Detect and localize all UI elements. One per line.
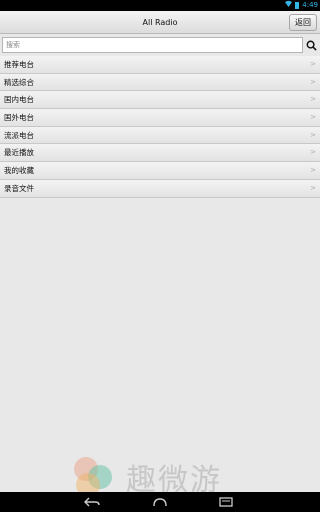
search-bar [0, 35, 320, 55]
search-icon [306, 40, 317, 51]
search-button[interactable] [304, 37, 318, 53]
recents-nav-icon [219, 497, 233, 507]
status-bar: 4:49 [0, 0, 320, 11]
list-item-label: 国外电台 [4, 113, 34, 123]
chevron-right-icon: > [310, 130, 316, 139]
radio-category-list: 推荐电台 > 精选综合 > 国内电台 > 国外电台 > 流派电台 > 最近播放 … [0, 56, 320, 198]
back-button[interactable]: 返回 [289, 14, 317, 31]
list-item-domestic[interactable]: 国内电台 > [0, 91, 320, 110]
list-item-label: 最近播放 [4, 148, 34, 158]
list-item-label: 我的收藏 [4, 166, 34, 176]
chevron-right-icon: > [310, 148, 316, 157]
list-item-label: 推荐电台 [4, 60, 34, 69]
list-item-featured[interactable]: 精选综合 > [0, 73, 320, 92]
list-item-label: 精选综合 [4, 77, 34, 87]
list-item-recent[interactable]: 最近播放 > [0, 144, 320, 163]
list-item-recordings[interactable]: 录音文件 > [0, 179, 320, 198]
chevron-right-icon: > [310, 183, 316, 192]
chevron-right-icon: > [310, 60, 316, 68]
battery-icon [295, 2, 300, 9]
nav-home-button[interactable] [148, 494, 172, 510]
chevron-right-icon: > [310, 113, 316, 122]
list-item-genre[interactable]: 流派电台 > [0, 126, 320, 145]
system-nav-bar [0, 492, 320, 512]
nav-recents-button[interactable] [214, 494, 238, 510]
page-title: All Radio [142, 18, 178, 27]
back-nav-icon [84, 497, 100, 507]
list-item-label: 流派电台 [4, 130, 34, 140]
chevron-right-icon: > [310, 95, 316, 104]
list-item-recommended[interactable]: 推荐电台 > [0, 56, 320, 74]
list-item-label: 录音文件 [4, 183, 34, 193]
nav-back-button[interactable] [80, 494, 104, 510]
list-item-foreign[interactable]: 国外电台 > [0, 109, 320, 127]
home-nav-icon [153, 498, 167, 507]
title-bar: All Radio 返回 [0, 11, 320, 34]
chevron-right-icon: > [310, 166, 316, 175]
list-item-favorites[interactable]: 我的收藏 > [0, 162, 320, 180]
wifi-icon [285, 0, 293, 11]
status-time: 4:49 [302, 1, 318, 9]
list-item-label: 国内电台 [4, 95, 34, 105]
chevron-right-icon: > [310, 77, 316, 86]
search-input[interactable] [2, 37, 303, 53]
